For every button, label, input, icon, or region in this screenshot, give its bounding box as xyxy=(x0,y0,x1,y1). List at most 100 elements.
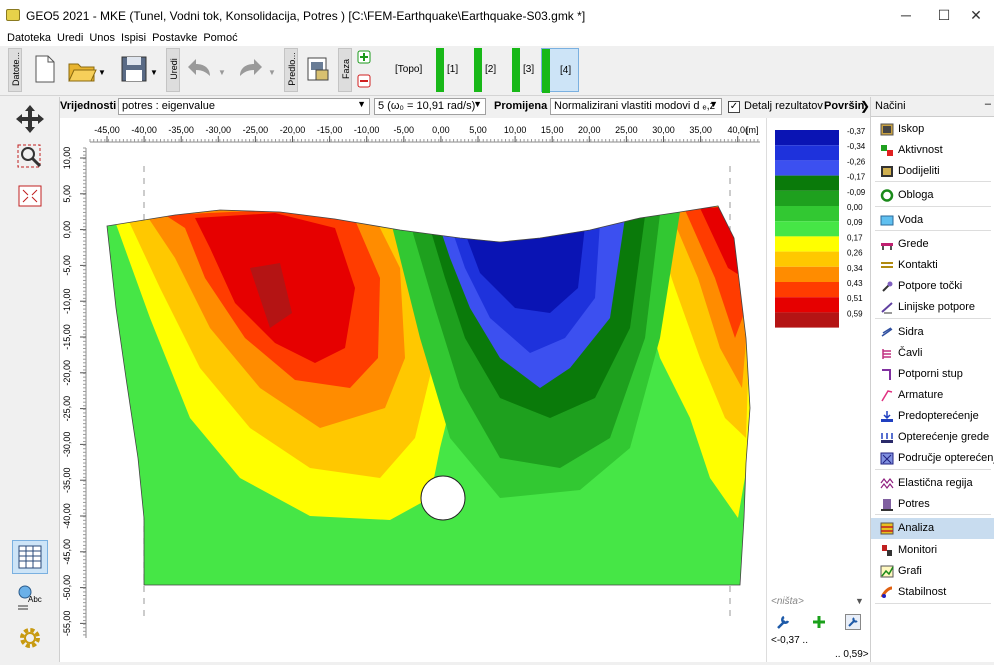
mode-item[interactable]: Kontakti xyxy=(871,255,994,276)
open-dropdown-icon[interactable]: ▼ xyxy=(98,52,110,86)
mode-item[interactable]: Stabilnost xyxy=(871,582,994,603)
point-supports-icon xyxy=(882,281,893,292)
mode-item[interactable]: Grafi xyxy=(871,561,994,582)
mode-item[interactable]: Obloga xyxy=(871,185,994,206)
mode-item-label: Elastična regija xyxy=(898,477,973,489)
legend-add-button[interactable] xyxy=(811,614,827,630)
menu-settings[interactable]: Postavke xyxy=(149,30,200,46)
legend-value-label: -0,26 xyxy=(847,157,866,166)
y-tick-label: -30,00 xyxy=(62,432,72,458)
x-tick-label: 25,00 xyxy=(615,125,638,135)
redo-button[interactable] xyxy=(234,52,266,86)
menu-file[interactable]: Datoteka xyxy=(4,30,54,46)
contour-field xyxy=(107,206,750,585)
menu-input[interactable]: Unos xyxy=(86,30,118,46)
detail-results-checkbox[interactable]: ✓ xyxy=(728,101,740,113)
legend-value-label: -0,34 xyxy=(847,142,866,151)
mode-item[interactable]: Opterećenje grede xyxy=(871,427,994,448)
maximize-button[interactable]: ☐ xyxy=(930,4,958,26)
line-supports-icon xyxy=(881,302,893,314)
mode-item[interactable]: Elastična regija xyxy=(871,473,994,494)
legend-color-band xyxy=(775,206,839,222)
change-select[interactable]: Normalizirani vlastiti modovi d ₑ,z ▼ xyxy=(550,98,722,115)
remove-phase-button[interactable] xyxy=(357,74,371,88)
save-disk-icon xyxy=(121,56,147,82)
mode-item[interactable]: Dodijeliti xyxy=(871,161,994,182)
values-select[interactable]: potres : eigenvalue ▼ xyxy=(118,98,370,115)
legend-edit-button[interactable] xyxy=(845,614,861,630)
table-view-button[interactable] xyxy=(12,540,48,574)
mode-item[interactable]: Potporni stup xyxy=(871,364,994,385)
modes-panel: Načini – Iskop Aktivnost Dodijeliti Obloga Vo… xyxy=(870,97,994,662)
mode-item[interactable]: Sidra xyxy=(871,322,994,343)
x-tick-label: -35,00 xyxy=(168,125,194,135)
legend-value-label: 0,59 xyxy=(847,309,863,318)
mode-item[interactable]: Armature xyxy=(871,385,994,406)
model-canvas[interactable]: -45,00 -40,00 -35,00 -30,00 -25,00 -20,00 -15,… xyxy=(60,118,766,662)
mode-item[interactable]: Predopterećenje xyxy=(871,406,994,427)
phase-3[interactable]: [3] xyxy=(512,48,542,92)
minimize-button[interactable]: ─ xyxy=(892,4,920,26)
y-tick-label: 5,00 xyxy=(62,185,72,203)
save-file-button[interactable] xyxy=(118,52,150,86)
undo-dropdown-icon[interactable]: ▼ xyxy=(218,52,230,86)
add-phase-button[interactable] xyxy=(357,50,371,64)
y-tick-label: -35,00 xyxy=(62,467,72,493)
mode-item[interactable]: Aktivnost xyxy=(871,140,994,161)
legend-value-label: -0,09 xyxy=(847,188,866,197)
mode-item[interactable]: Analiza xyxy=(871,518,994,539)
zoom-extents-icon xyxy=(18,185,42,207)
x-tick-label: -10,00 xyxy=(354,125,380,135)
redo-dropdown-icon[interactable]: ▼ xyxy=(268,52,280,86)
zoom-extents-button[interactable] xyxy=(12,179,48,213)
y-tick-label: -15,00 xyxy=(62,324,72,350)
pan-button[interactable] xyxy=(12,101,48,135)
assign-icon xyxy=(881,166,893,177)
menu-bar: Datoteka Uredi Unos Ispisi Postavke Pomoć xyxy=(0,30,994,46)
phase-2[interactable]: [2] xyxy=(474,48,504,92)
x-tick-label: -30,00 xyxy=(206,125,232,135)
window-title: GEO5 2021 - MKE (Tunel, Vodni tok, Konso… xyxy=(26,9,586,23)
mode-item[interactable]: Područje opterećenja xyxy=(871,448,994,469)
phase-1[interactable]: [1] xyxy=(436,48,466,92)
y-tick-label: -40,00 xyxy=(62,503,72,529)
wrench-icon xyxy=(777,615,790,629)
mode-item[interactable]: Čavli xyxy=(871,343,994,364)
zoom-button[interactable] xyxy=(12,139,48,173)
mode-item[interactable]: Linijske potpore xyxy=(871,297,994,318)
x-tick-label: -20,00 xyxy=(280,125,306,135)
mode-item[interactable]: Iskop xyxy=(871,119,994,140)
legend-max-value: .. 0,59> xyxy=(835,649,869,660)
mode-item[interactable]: Grede xyxy=(871,234,994,255)
open-file-button[interactable] xyxy=(66,52,98,86)
close-button[interactable]: ✕ xyxy=(962,4,990,26)
legend-value-label: 0,09 xyxy=(847,218,863,227)
legend-scale: -0,37 -0,34 -0,26 -0,17 -0,09 0,00 0,09 0,17 0,2… xyxy=(775,127,866,328)
gear-icon xyxy=(20,628,40,648)
legend-settings-button[interactable] xyxy=(775,614,791,630)
panel-collapse-icon[interactable]: ❯ xyxy=(860,99,870,113)
mode-item[interactable]: Potres xyxy=(871,494,994,515)
save-dropdown-icon[interactable]: ▼ xyxy=(150,52,162,86)
legend-dropdown-icon[interactable]: ▼ xyxy=(855,596,864,606)
mode-item[interactable]: Voda xyxy=(871,210,994,231)
mode-select[interactable]: 5 (ω₀ = 10,91 rad/s) ▼ xyxy=(374,98,486,115)
menu-help[interactable]: Pomoć xyxy=(200,30,240,46)
mode-item[interactable]: Monitori xyxy=(871,540,994,561)
phase-4[interactable]: [4] xyxy=(541,48,579,93)
y-axis-ruler: 10,00 5,00 0,00 -5,00 -10,00 -15,00 -20,00 -25,… xyxy=(62,147,87,638)
phase-topo[interactable]: [Topo] xyxy=(384,48,428,92)
plus-icon xyxy=(813,616,825,628)
print-preview-button[interactable] xyxy=(302,52,334,86)
undo-button[interactable] xyxy=(184,52,216,86)
mode-item[interactable]: Potpore točki xyxy=(871,276,994,297)
settings-button[interactable] xyxy=(12,621,48,655)
x-tick-label: 35,00 xyxy=(689,125,712,135)
new-file-button[interactable] xyxy=(28,52,60,86)
labels-button[interactable]: Abc xyxy=(12,580,48,614)
menu-edit[interactable]: Uredi xyxy=(54,30,86,46)
menu-print[interactable]: Ispisi xyxy=(118,30,149,46)
support-pile-icon xyxy=(882,369,891,380)
mode-item-label: Kontakti xyxy=(898,259,938,271)
mode-item-label: Potres xyxy=(898,498,930,510)
